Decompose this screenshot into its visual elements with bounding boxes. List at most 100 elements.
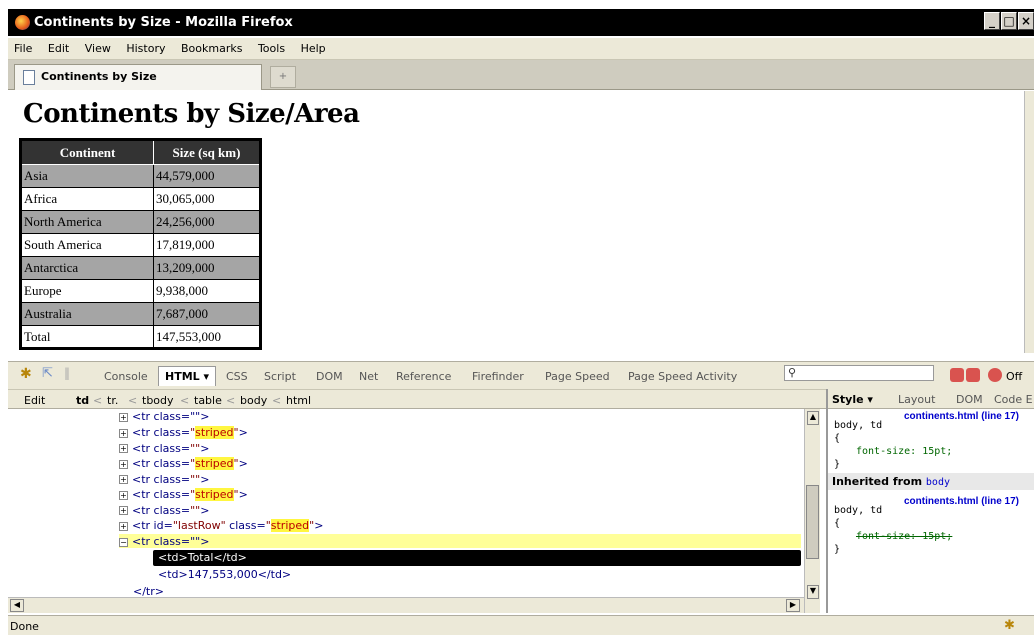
table-row: Total 147,553,000 [20, 325, 261, 349]
tree-node[interactable]: + <tr class="striped"> [119, 488, 248, 502]
expand-icon[interactable]: + [119, 412, 128, 422]
tree-node[interactable]: + <tr class=""> [119, 504, 209, 518]
expand-icon[interactable]: + [119, 444, 128, 453]
edit-button[interactable]: Edit [24, 394, 45, 407]
tab-firefinder[interactable]: Firefinder [472, 370, 524, 383]
table-row: South America 17,819,000 [20, 233, 261, 257]
tab-page-speed[interactable]: Page Speed [545, 370, 610, 383]
window-title: Continents by Size - Mozilla Firefox [8, 9, 1034, 36]
expand-icon[interactable]: + [119, 475, 128, 484]
continents-table: Continent Size (sq km) Asia 44,579,000 A… [19, 138, 262, 350]
breadcrumb-td[interactable]: td [76, 394, 89, 407]
tree-node-td[interactable]: <td>147,553,000</td> [158, 568, 291, 582]
breadcrumb-table[interactable]: table [194, 394, 222, 407]
close-button[interactable]: × [1018, 12, 1034, 30]
scroll-thumb[interactable] [806, 485, 819, 559]
scroll-up-icon[interactable]: ▲ [807, 411, 819, 425]
css-selector: body, td [834, 420, 883, 431]
page-scrollbar[interactable] [1024, 91, 1034, 353]
tab-style[interactable]: Style ▾ [832, 393, 873, 406]
breadcrumb-html[interactable]: html [286, 394, 311, 407]
menu-file[interactable]: File [8, 38, 38, 60]
collapse-icon[interactable]: − [119, 537, 128, 547]
cell-continent: Asia [20, 164, 154, 188]
column-header-size: Size (sq km) [153, 139, 261, 165]
menu-bookmarks[interactable]: Bookmarks [175, 38, 248, 60]
table-row: Africa 30,065,000 [20, 187, 261, 211]
cell-size: 30,065,000 [153, 187, 261, 211]
cell-continent: South America [20, 233, 154, 257]
tab-html[interactable]: HTML ▾ [158, 366, 217, 386]
pause-icon[interactable]: ‖ [64, 366, 70, 380]
tree-node[interactable]: + <tr class=""> [119, 410, 209, 424]
tab-code[interactable]: Code E [994, 393, 1033, 406]
page-content: Continents by Size/Area Continent Size (… [8, 91, 1024, 353]
tree-node-open-row[interactable]: − <tr class=""> [119, 535, 209, 549]
tree-node[interactable]: + <tr class="striped"> [119, 426, 248, 440]
page-heading: Continents by Size/Area [23, 99, 360, 129]
expand-icon[interactable]: + [119, 459, 128, 469]
off-label[interactable]: Off [1006, 370, 1022, 383]
tree-node[interactable]: + <tr class=""> [119, 473, 209, 487]
expand-icon[interactable]: + [119, 428, 128, 438]
firebug-search-input[interactable]: ⚲ [784, 365, 934, 381]
css-property[interactable]: font-size: 15pt; [856, 445, 952, 458]
tab-net[interactable]: Net [359, 370, 378, 383]
cell-size: 9,938,000 [153, 279, 261, 303]
breadcrumb-tr[interactable]: tr. [107, 394, 118, 407]
expand-icon[interactable]: + [119, 490, 128, 500]
menu-history[interactable]: History [120, 38, 171, 60]
tree-node[interactable]: + <tr class="striped"> [119, 457, 248, 471]
table-row: Antarctica 13,209,000 [20, 256, 261, 280]
page-icon [23, 70, 35, 85]
expand-icon[interactable]: + [119, 521, 128, 531]
breadcrumb-body[interactable]: body [240, 394, 267, 407]
css-selector-2: body, td [834, 505, 883, 516]
breadcrumb-tbody[interactable]: tbody [142, 394, 174, 407]
new-tab-button[interactable]: + [270, 66, 296, 88]
tree-horizontal-scrollbar[interactable]: ◀ ▶ [8, 597, 804, 613]
tab-reference[interactable]: Reference [396, 370, 451, 383]
table-row: Asia 44,579,000 [20, 164, 261, 188]
tab-page-speed-activity[interactable]: Page Speed Activity [628, 370, 737, 383]
inspect-icon[interactable]: ⇱ [42, 366, 53, 381]
tree-node[interactable]: + <tr id="lastRow" class="striped"> [119, 519, 323, 533]
firefox-logo-icon [15, 15, 30, 30]
inherited-header: Inherited from body [828, 473, 1034, 490]
maximize-button[interactable]: □ [1001, 12, 1017, 30]
tab-script[interactable]: Script [264, 370, 296, 383]
tab-side-dom[interactable]: DOM [956, 393, 983, 406]
selected-node-highlight [153, 550, 801, 566]
tree-node-selected-td[interactable]: <td>Total</td> [158, 551, 247, 565]
tab-bar: Continents by Size + [8, 60, 1034, 90]
tree-vertical-scrollbar[interactable]: ▲ ▼ [804, 409, 820, 613]
inherited-element-link[interactable]: body [926, 477, 950, 488]
tab-console[interactable]: Console [104, 370, 148, 383]
minimize-firebug-icon[interactable] [950, 368, 964, 382]
cell-size: 147,553,000 [153, 325, 261, 349]
cell-size: 24,256,000 [153, 210, 261, 234]
menu-view[interactable]: View [79, 38, 117, 60]
tree-node[interactable]: + <tr class=""> [119, 442, 209, 456]
cell-continent: Antarctica [20, 256, 154, 280]
menu-tools[interactable]: Tools [252, 38, 291, 60]
menu-edit[interactable]: Edit [42, 38, 75, 60]
expand-icon[interactable]: + [119, 506, 128, 515]
tab-layout[interactable]: Layout [898, 393, 935, 406]
cell-continent: Total [20, 325, 154, 349]
minimize-button[interactable]: _ [984, 12, 1000, 30]
power-icon[interactable] [988, 368, 1002, 382]
rule-source-link-2[interactable]: continents.html (line 17) [904, 496, 1019, 507]
tab-css[interactable]: CSS [226, 370, 248, 383]
hover-row-highlight [119, 534, 801, 548]
rule-source-link[interactable]: continents.html (line 17) [904, 411, 1019, 422]
firebug-status-icon[interactable]: ✱ [1004, 618, 1015, 633]
firebug-bug-icon[interactable]: ✱ [20, 366, 32, 382]
scroll-left-icon[interactable]: ◀ [10, 599, 24, 612]
scroll-down-icon[interactable]: ▼ [807, 585, 819, 599]
tab-continents[interactable]: Continents by Size [14, 64, 262, 90]
menu-help[interactable]: Help [295, 38, 332, 60]
tab-dom[interactable]: DOM [316, 370, 343, 383]
detach-firebug-icon[interactable] [966, 368, 980, 382]
scroll-right-icon[interactable]: ▶ [786, 599, 800, 612]
